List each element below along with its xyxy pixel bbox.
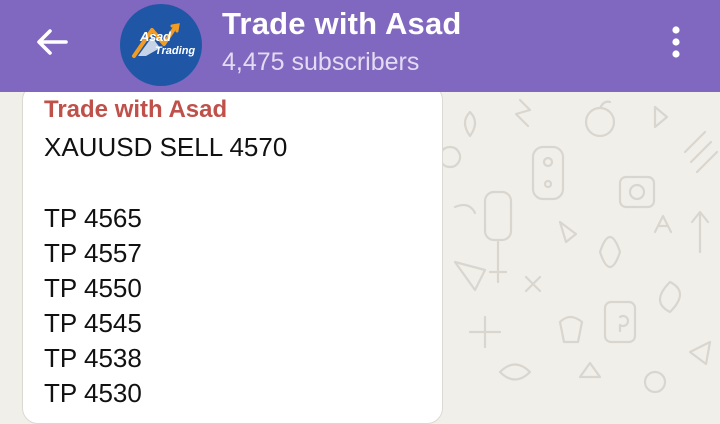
avatar-logo-text: Asad (140, 29, 171, 44)
back-arrow-icon (37, 29, 68, 55)
avatar-logo-subtext: Trading (155, 45, 196, 57)
kebab-menu-icon (672, 26, 680, 58)
subscriber-count: 4,475 subscribers (222, 48, 420, 76)
message-line: TP 4557 (44, 238, 142, 268)
message-line: TP 4545 (44, 308, 142, 338)
message-bubble[interactable]: Trade with Asad XAUUSD SELL 4570 TP 4565… (22, 84, 443, 424)
back-button[interactable] (30, 20, 74, 64)
message-line: TP 4538 (44, 343, 142, 373)
message-line: TP 4550 (44, 273, 142, 303)
channel-header: Asad Trading Trade with Asad 4,475 subsc… (0, 0, 720, 92)
channel-avatar[interactable]: Asad Trading (120, 4, 202, 86)
message-line: XAUUSD SELL 4570 (44, 132, 288, 162)
message-sender-name[interactable]: Trade with Asad (44, 96, 227, 124)
more-options-button[interactable] (660, 20, 692, 64)
channel-title[interactable]: Trade with Asad (222, 6, 462, 42)
message-line: TP 4530 (44, 378, 142, 408)
message-line: TP 4565 (44, 203, 142, 233)
